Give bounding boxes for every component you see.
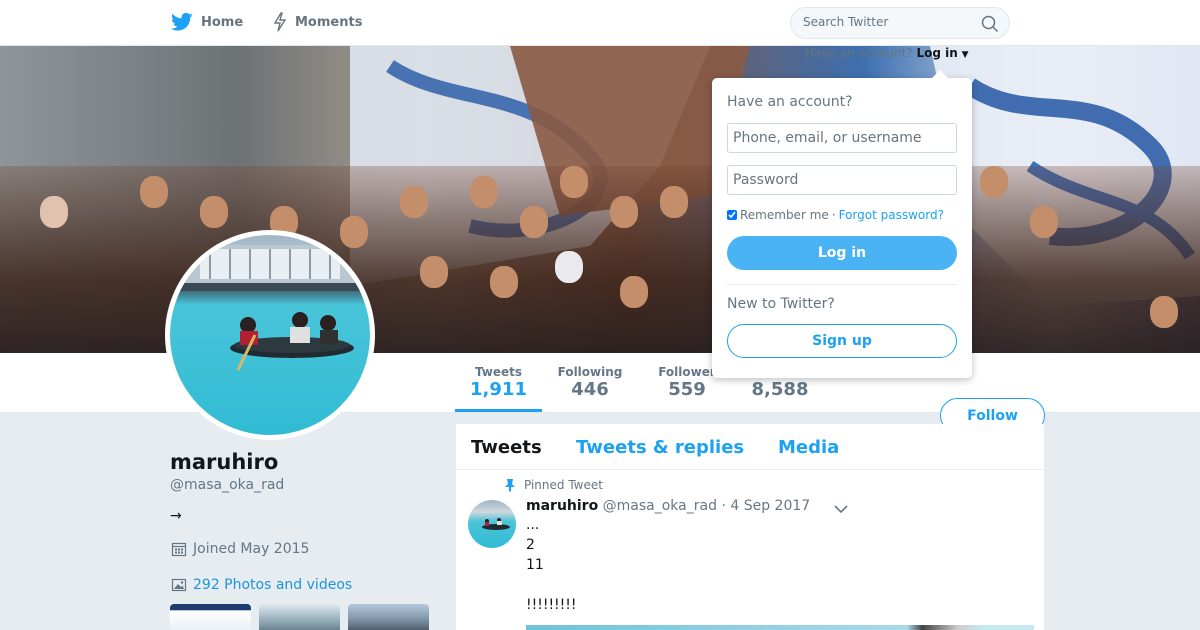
profile-name: maruhiro [170, 450, 279, 474]
password-field[interactable] [727, 165, 957, 195]
stat-tweets[interactable]: Tweets 1,911 [455, 365, 542, 412]
profile-avatar[interactable] [165, 230, 375, 440]
search-icon[interactable] [981, 15, 999, 33]
remember-me-row: Remember me · Forgot password? [727, 208, 944, 222]
tab-media[interactable]: Media [778, 437, 839, 458]
login-prompt-text: Have an account? [805, 46, 913, 60]
remember-me-checkbox[interactable] [727, 210, 737, 220]
top-navigation: Home Moments [0, 0, 1200, 46]
tweet-text-line: 2 [526, 537, 535, 553]
timeline: Tweets Tweets & replies Media Pinned Twe… [456, 424, 1044, 630]
login-prompt: Have an account? Log in ▼ [805, 46, 969, 60]
timeline-tabs: Tweets Tweets & replies Media [456, 424, 1044, 470]
separator-dot: · [831, 208, 836, 222]
login-button[interactable]: Log in [727, 236, 957, 270]
tab-tweets-replies[interactable]: Tweets & replies [576, 437, 744, 458]
tab-tweets[interactable]: Tweets [471, 437, 542, 458]
dropdown-divider [727, 284, 957, 285]
remember-me-label: Remember me [740, 208, 829, 222]
tweet-text-line: !!!!!!!!! [526, 597, 577, 613]
stat-following[interactable]: Following 446 [556, 365, 624, 400]
tweet-date[interactable]: · 4 Sep 2017 [721, 498, 810, 514]
tweet-avatar-photo [482, 518, 510, 530]
login-dropdown-title: Have an account? [727, 94, 853, 110]
tweet-author-handle[interactable]: @masa_oka_rad [603, 498, 717, 514]
nav-home[interactable]: Home [171, 12, 243, 32]
tweet-media[interactable] [526, 625, 1034, 630]
stat-tweets-label: Tweets [474, 365, 523, 379]
profile-handle[interactable]: @masa_oka_rad [170, 477, 284, 493]
login-link[interactable]: Log in [916, 46, 957, 60]
stat-tweets-value: 1,911 [470, 379, 527, 400]
photos-videos-text: 292 Photos and videos [193, 577, 353, 593]
chevron-down-icon[interactable] [832, 500, 850, 518]
stat-following-value: 446 [571, 379, 609, 400]
search-input[interactable] [803, 15, 973, 29]
caret-down-icon[interactable]: ▼ [962, 50, 969, 60]
twitter-bird-icon [171, 12, 193, 31]
photo-icon [171, 578, 187, 592]
profile-bio: → [170, 508, 182, 524]
lightning-icon [273, 12, 287, 32]
photos-videos-link[interactable]: 292 Photos and videos [171, 577, 352, 593]
calendar-icon [171, 542, 187, 557]
stat-followers-label: Follower [658, 365, 716, 379]
avatar-photo [170, 245, 370, 371]
media-thumbnail[interactable] [170, 604, 251, 630]
pinned-tweet-label: Pinned Tweet [504, 478, 603, 492]
pinned-tweet-text: Pinned Tweet [524, 478, 603, 492]
stat-followers-value: 559 [668, 379, 706, 400]
pin-icon [505, 479, 515, 492]
profile-joined: Joined May 2015 [171, 541, 309, 557]
tweet-text-line: 11 [526, 557, 544, 573]
new-to-twitter-label: New to Twitter? [727, 296, 835, 312]
media-thumbnail[interactable] [259, 604, 340, 630]
stat-followers[interactable]: Follower 559 [653, 365, 721, 400]
nav-moments[interactable]: Moments [273, 12, 362, 32]
forgot-password-link[interactable]: Forgot password? [839, 208, 944, 222]
nav-home-label: Home [201, 14, 244, 30]
tweet-author-name[interactable]: maruhiro [526, 498, 598, 514]
dropdown-caret [932, 70, 948, 78]
stat-following-label: Following [557, 365, 623, 379]
tweet-header: maruhiro @masa_oka_rad · 4 Sep 2017 [526, 498, 810, 514]
tweet-text-line: ... [526, 517, 540, 533]
media-thumbnail[interactable] [348, 604, 429, 630]
signup-button[interactable]: Sign up [727, 324, 957, 358]
tweet-avatar[interactable] [468, 500, 516, 548]
search-box [790, 7, 1010, 39]
nav-moments-label: Moments [295, 14, 363, 30]
stat-likes-value: 8,588 [751, 379, 809, 400]
login-dropdown: Have an account? Remember me · Forgot pa… [712, 70, 972, 378]
username-field[interactable] [727, 123, 957, 153]
profile-joined-text: Joined May 2015 [193, 541, 310, 557]
